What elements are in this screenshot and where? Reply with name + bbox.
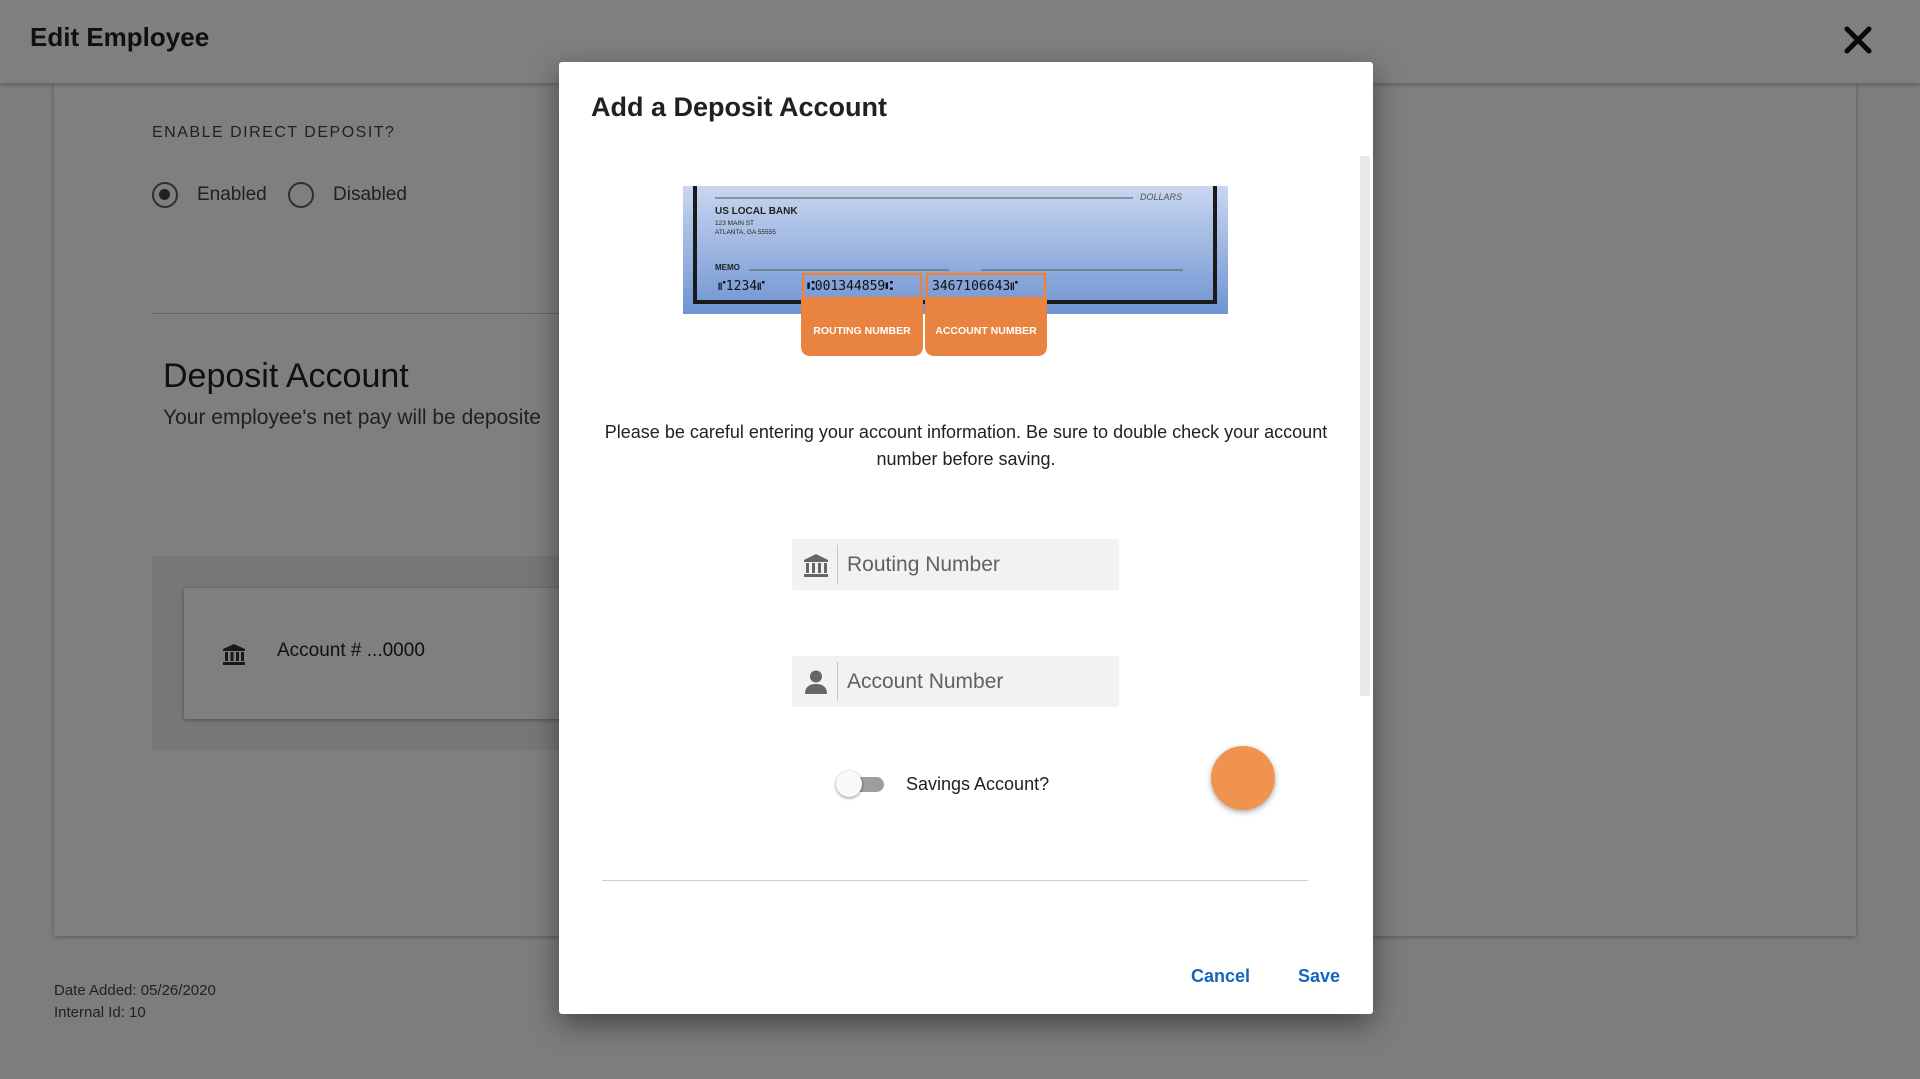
save-button[interactable]: Save xyxy=(1298,966,1340,987)
toggle-thumb[interactable] xyxy=(836,771,862,797)
add-deposit-account-dialog: Add a Deposit Account DOLLARS US LOCAL B… xyxy=(559,62,1373,1014)
routing-number-tag: ROUTING NUMBER xyxy=(813,325,911,337)
dialog-divider xyxy=(602,880,1308,881)
account-number-tag: ACCOUNT NUMBER xyxy=(935,325,1037,337)
dialog-title: Add a Deposit Account xyxy=(591,92,887,123)
savings-account-label: Savings Account? xyxy=(906,774,1049,795)
account-number-input[interactable] xyxy=(847,656,1109,707)
field-separator xyxy=(837,545,838,584)
dialog-notice: Please be careful entering your account … xyxy=(599,419,1333,473)
cancel-button[interactable]: Cancel xyxy=(1191,966,1250,987)
field-separator xyxy=(837,662,838,701)
check-address-2: ATLANTA, GA 55555 xyxy=(715,229,776,236)
check-address-1: 123 MAIN ST xyxy=(715,220,754,227)
account-number-field[interactable] xyxy=(792,656,1119,707)
dialog-scrollbar[interactable] xyxy=(1360,156,1370,696)
routing-number-input[interactable] xyxy=(847,539,1109,590)
check-routing-digits: ⑆001344859⑆ xyxy=(807,279,893,294)
bank-icon xyxy=(803,552,829,578)
savings-account-row[interactable]: Savings Account? xyxy=(836,768,1049,800)
check-image: DOLLARS US LOCAL BANK 123 MAIN ST ATLANT… xyxy=(683,186,1228,422)
check-memo-label: MEMO xyxy=(715,263,740,272)
check-dollars-label: DOLLARS xyxy=(1140,192,1182,202)
check-number: ⑈1234⑈ xyxy=(718,279,765,294)
check-account-digits: 3467106643⑈ xyxy=(932,279,1018,294)
check-bank-name: US LOCAL BANK xyxy=(715,206,798,217)
person-icon xyxy=(803,669,829,695)
routing-number-field[interactable] xyxy=(792,539,1119,590)
check-illustration: DOLLARS US LOCAL BANK 123 MAIN ST ATLANT… xyxy=(683,186,1228,422)
cursor-indicator xyxy=(1211,746,1275,810)
savings-account-toggle[interactable] xyxy=(836,770,884,798)
